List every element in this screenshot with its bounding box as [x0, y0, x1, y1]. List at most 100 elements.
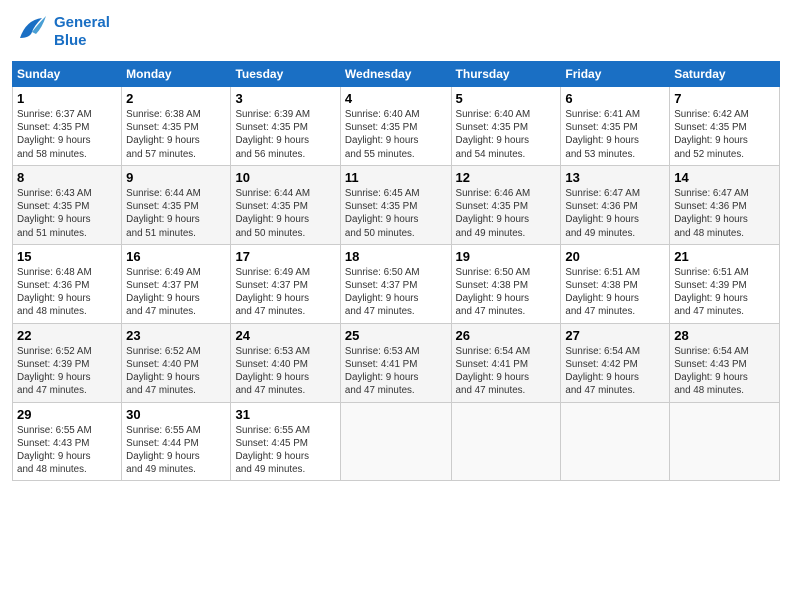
day-number: 3	[235, 91, 335, 106]
calendar-week-row: 15 Sunrise: 6:48 AM Sunset: 4:36 PM Dayli…	[13, 244, 780, 323]
day-info: Sunrise: 6:51 AM Sunset: 4:38 PM Dayligh…	[565, 266, 665, 319]
calendar-table: SundayMondayTuesdayWednesdayThursdayFrid…	[12, 61, 780, 481]
calendar-header-thursday: Thursday	[451, 62, 561, 87]
calendar-cell: 19 Sunrise: 6:50 AM Sunset: 4:38 PM Dayli…	[451, 244, 561, 323]
calendar-cell: 23Sunrise: 6:52 AM Sunset: 4:40 PM Dayli…	[122, 323, 231, 402]
day-number: 24	[235, 328, 335, 343]
calendar-cell	[451, 402, 561, 481]
day-info: Sunrise: 6:51 AM Sunset: 4:39 PM Dayligh…	[674, 266, 775, 319]
day-info: Sunrise: 6:47 AM Sunset: 4:36 PM Dayligh…	[565, 187, 665, 240]
calendar-header-sunday: Sunday	[13, 62, 122, 87]
calendar-cell: 15 Sunrise: 6:48 AM Sunset: 4:36 PM Dayli…	[13, 244, 122, 323]
day-number: 12	[456, 170, 557, 185]
calendar-week-row: 1Sunrise: 6:37 AM Sunset: 4:35 PM Daylig…	[13, 87, 780, 166]
header: General Blue	[12, 10, 780, 53]
day-number: 29	[17, 407, 117, 422]
day-info: Sunrise: 6:39 AM Sunset: 4:35 PM Dayligh…	[235, 108, 335, 161]
day-info: Sunrise: 6:40 AM Sunset: 4:35 PM Dayligh…	[345, 108, 447, 161]
calendar-header-wednesday: Wednesday	[340, 62, 451, 87]
day-number: 22	[17, 328, 117, 343]
calendar-cell: 22 Sunrise: 6:52 AM Sunset: 4:39 PM Dayli…	[13, 323, 122, 402]
day-info: Sunrise: 6:52 AM Sunset: 4:39 PM Dayligh…	[17, 345, 117, 398]
day-number: 18	[345, 249, 447, 264]
day-info: Sunrise: 6:55 AM Sunset: 4:45 PM Dayligh…	[235, 424, 335, 477]
calendar-cell: 5 Sunrise: 6:40 AM Sunset: 4:35 PM Daylig…	[451, 87, 561, 166]
day-number: 9	[126, 170, 226, 185]
calendar-cell: 10 Sunrise: 6:44 AM Sunset: 4:35 PM Dayli…	[231, 165, 340, 244]
day-info: Sunrise: 6:38 AM Sunset: 4:35 PM Dayligh…	[126, 108, 226, 161]
day-number: 30	[126, 407, 226, 422]
logo: General Blue	[12, 10, 110, 53]
calendar-cell: 14Sunrise: 6:47 AM Sunset: 4:36 PM Dayli…	[670, 165, 780, 244]
calendar-week-row: 8 Sunrise: 6:43 AM Sunset: 4:35 PM Daylig…	[13, 165, 780, 244]
calendar-week-row: 22 Sunrise: 6:52 AM Sunset: 4:39 PM Dayli…	[13, 323, 780, 402]
calendar-cell: 31Sunrise: 6:55 AM Sunset: 4:45 PM Dayli…	[231, 402, 340, 481]
day-number: 27	[565, 328, 665, 343]
day-number: 23	[126, 328, 226, 343]
calendar-cell: 18Sunrise: 6:50 AM Sunset: 4:37 PM Dayli…	[340, 244, 451, 323]
day-info: Sunrise: 6:49 AM Sunset: 4:37 PM Dayligh…	[126, 266, 226, 319]
logo-text: General Blue	[54, 14, 110, 50]
day-info: Sunrise: 6:53 AM Sunset: 4:41 PM Dayligh…	[345, 345, 447, 398]
calendar-cell: 28 Sunrise: 6:54 AM Sunset: 4:43 PM Dayli…	[670, 323, 780, 402]
calendar-cell: 12 Sunrise: 6:46 AM Sunset: 4:35 PM Dayli…	[451, 165, 561, 244]
calendar-header-saturday: Saturday	[670, 62, 780, 87]
day-info: Sunrise: 6:43 AM Sunset: 4:35 PM Dayligh…	[17, 187, 117, 240]
calendar-cell: 27 Sunrise: 6:54 AM Sunset: 4:42 PM Dayli…	[561, 323, 670, 402]
calendar-header-friday: Friday	[561, 62, 670, 87]
calendar-cell	[340, 402, 451, 481]
day-info: Sunrise: 6:45 AM Sunset: 4:35 PM Dayligh…	[345, 187, 447, 240]
day-number: 20	[565, 249, 665, 264]
day-number: 11	[345, 170, 447, 185]
day-info: Sunrise: 6:55 AM Sunset: 4:44 PM Dayligh…	[126, 424, 226, 477]
day-info: Sunrise: 6:46 AM Sunset: 4:35 PM Dayligh…	[456, 187, 557, 240]
day-number: 15	[17, 249, 117, 264]
day-info: Sunrise: 6:48 AM Sunset: 4:36 PM Dayligh…	[17, 266, 117, 319]
calendar-header-tuesday: Tuesday	[231, 62, 340, 87]
calendar-header-row: SundayMondayTuesdayWednesdayThursdayFrid…	[13, 62, 780, 87]
day-info: Sunrise: 6:44 AM Sunset: 4:35 PM Dayligh…	[235, 187, 335, 240]
calendar-header-monday: Monday	[122, 62, 231, 87]
calendar-week-row: 29 Sunrise: 6:55 AM Sunset: 4:43 PM Dayli…	[13, 402, 780, 481]
day-info: Sunrise: 6:44 AM Sunset: 4:35 PM Dayligh…	[126, 187, 226, 240]
calendar-cell: 3 Sunrise: 6:39 AM Sunset: 4:35 PM Daylig…	[231, 87, 340, 166]
day-info: Sunrise: 6:47 AM Sunset: 4:36 PM Dayligh…	[674, 187, 775, 240]
calendar-cell: 4 Sunrise: 6:40 AM Sunset: 4:35 PM Daylig…	[340, 87, 451, 166]
calendar-cell: 1Sunrise: 6:37 AM Sunset: 4:35 PM Daylig…	[13, 87, 122, 166]
day-info: Sunrise: 6:53 AM Sunset: 4:40 PM Dayligh…	[235, 345, 335, 398]
day-number: 17	[235, 249, 335, 264]
day-info: Sunrise: 6:50 AM Sunset: 4:38 PM Dayligh…	[456, 266, 557, 319]
calendar-cell: 30 Sunrise: 6:55 AM Sunset: 4:44 PM Dayli…	[122, 402, 231, 481]
calendar-cell: 16 Sunrise: 6:49 AM Sunset: 4:37 PM Dayli…	[122, 244, 231, 323]
day-number: 8	[17, 170, 117, 185]
day-info: Sunrise: 6:42 AM Sunset: 4:35 PM Dayligh…	[674, 108, 775, 161]
day-info: Sunrise: 6:54 AM Sunset: 4:42 PM Dayligh…	[565, 345, 665, 398]
calendar-cell: 11 Sunrise: 6:45 AM Sunset: 4:35 PM Dayli…	[340, 165, 451, 244]
day-info: Sunrise: 6:49 AM Sunset: 4:37 PM Dayligh…	[235, 266, 335, 319]
calendar-cell: 20 Sunrise: 6:51 AM Sunset: 4:38 PM Dayli…	[561, 244, 670, 323]
calendar-cell: 2 Sunrise: 6:38 AM Sunset: 4:35 PM Daylig…	[122, 87, 231, 166]
day-number: 19	[456, 249, 557, 264]
day-info: Sunrise: 6:40 AM Sunset: 4:35 PM Dayligh…	[456, 108, 557, 161]
calendar-cell: 13Sunrise: 6:47 AM Sunset: 4:36 PM Dayli…	[561, 165, 670, 244]
day-number: 28	[674, 328, 775, 343]
calendar-cell: 21Sunrise: 6:51 AM Sunset: 4:39 PM Dayli…	[670, 244, 780, 323]
day-number: 16	[126, 249, 226, 264]
calendar-body: 1Sunrise: 6:37 AM Sunset: 4:35 PM Daylig…	[13, 87, 780, 481]
calendar-cell: 7Sunrise: 6:42 AM Sunset: 4:35 PM Daylig…	[670, 87, 780, 166]
logo-bird-icon	[12, 10, 50, 53]
day-info: Sunrise: 6:55 AM Sunset: 4:43 PM Dayligh…	[17, 424, 117, 477]
calendar-cell: 8 Sunrise: 6:43 AM Sunset: 4:35 PM Daylig…	[13, 165, 122, 244]
calendar-cell: 9 Sunrise: 6:44 AM Sunset: 4:35 PM Daylig…	[122, 165, 231, 244]
calendar-cell: 17 Sunrise: 6:49 AM Sunset: 4:37 PM Dayli…	[231, 244, 340, 323]
main-container: General Blue SundayMondayTuesdayWednesda…	[0, 0, 792, 489]
day-info: Sunrise: 6:54 AM Sunset: 4:43 PM Dayligh…	[674, 345, 775, 398]
calendar-cell	[561, 402, 670, 481]
day-number: 2	[126, 91, 226, 106]
day-number: 10	[235, 170, 335, 185]
day-number: 4	[345, 91, 447, 106]
day-number: 5	[456, 91, 557, 106]
day-number: 1	[17, 91, 117, 106]
calendar-cell	[670, 402, 780, 481]
calendar-cell: 6Sunrise: 6:41 AM Sunset: 4:35 PM Daylig…	[561, 87, 670, 166]
